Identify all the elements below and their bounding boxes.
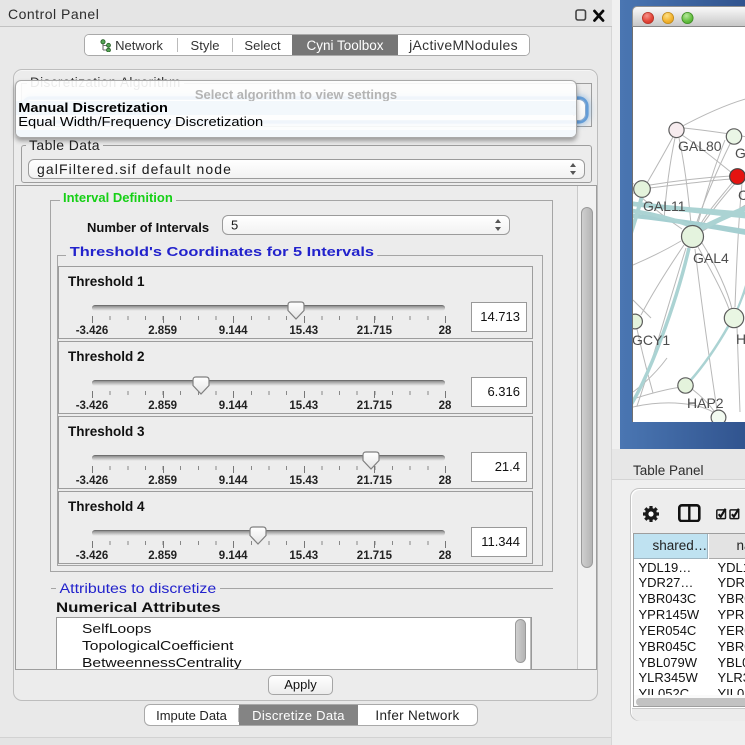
svg-text:GCY1: GCY1 bbox=[633, 332, 670, 348]
svg-text:GA: GA bbox=[735, 145, 745, 161]
svg-text:H: H bbox=[736, 331, 745, 347]
svg-text:GAL80: GAL80 bbox=[678, 138, 722, 154]
svg-text:C: C bbox=[738, 187, 745, 203]
svg-text:GAL11: GAL11 bbox=[643, 198, 686, 214]
svg-text:GAL4: GAL4 bbox=[693, 250, 729, 266]
svg-text:HAP2: HAP2 bbox=[687, 395, 724, 411]
